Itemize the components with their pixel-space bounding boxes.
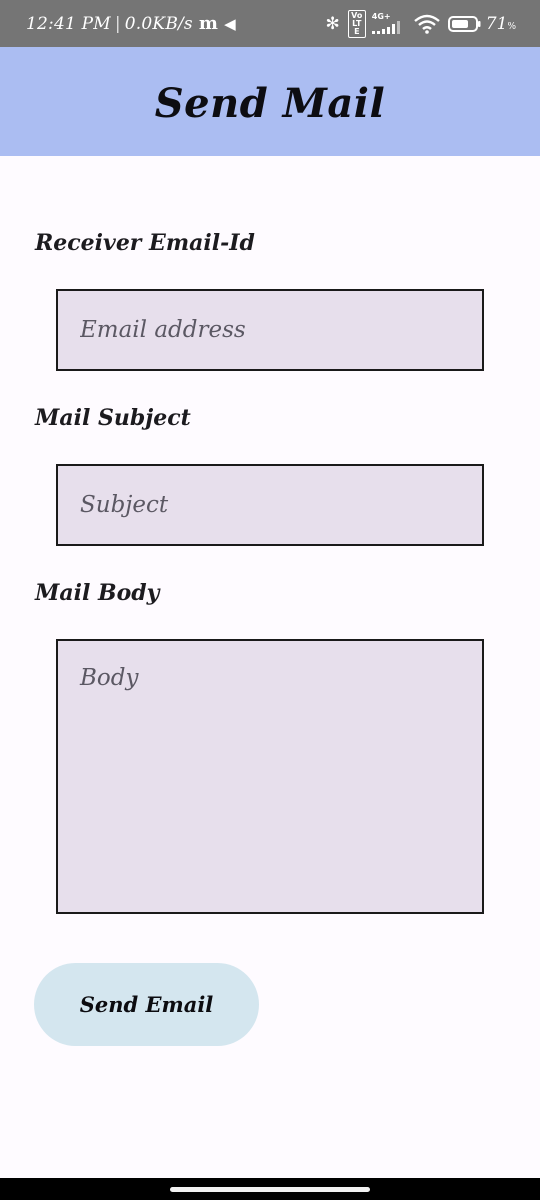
receiver-label: Receiver Email-Id <box>35 230 255 256</box>
volte-icon: Vo LTE <box>347 9 366 38</box>
subject-field[interactable] <box>56 464 484 546</box>
status-time: 12:41 PM <box>26 13 111 34</box>
wifi-icon <box>414 14 440 34</box>
network-type: 4G+ <box>371 12 391 21</box>
send-email-button[interactable]: Send Email <box>34 963 259 1046</box>
page-title: Send Mail <box>154 80 386 127</box>
body-field[interactable] <box>56 639 484 914</box>
body-label: Mail Body <box>35 580 160 606</box>
app-bar: Send Mail <box>0 47 540 156</box>
battery-shape-icon <box>447 15 481 32</box>
status-right: ✻ Vo LTE 4G+ 71% <box>326 0 516 47</box>
status-net-speed: 0.0KB/s <box>124 13 193 34</box>
bluetooth-icon: ✻ <box>325 13 340 34</box>
telegram-icon: ◀ <box>224 14 236 33</box>
navigation-bar <box>0 1178 540 1200</box>
status-separator: | <box>114 13 121 34</box>
status-left: 12:41 PM | 0.0KB/s m ◀ <box>26 0 236 47</box>
signal-icon <box>371 21 400 34</box>
m-app-icon: m <box>198 13 219 34</box>
subject-label: Mail Subject <box>35 405 191 431</box>
email-field[interactable] <box>56 289 484 371</box>
signal-indicator: 4G+ <box>371 12 406 35</box>
battery-percent: 71% <box>486 14 516 34</box>
status-bar: 12:41 PM | 0.0KB/s m ◀ ✻ Vo LTE 4G+ 71% <box>0 0 540 47</box>
battery-icon <box>447 15 482 33</box>
battery-percent-unit: % <box>507 21 516 32</box>
home-gesture-handle[interactable] <box>170 1187 370 1192</box>
battery-percent-value: 71 <box>485 13 508 34</box>
